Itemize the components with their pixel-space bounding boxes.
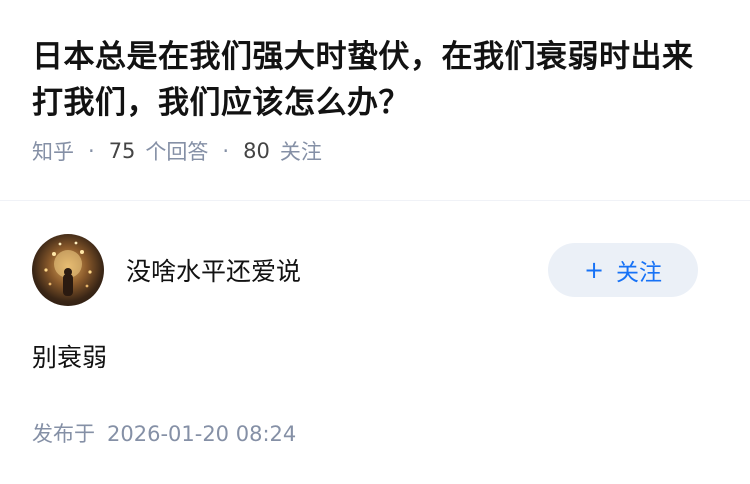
meta-separator: · — [222, 139, 230, 163]
source-label[interactable]: 知乎 — [32, 136, 74, 166]
follower-count: 80 — [243, 139, 270, 163]
meta-separator: · — [88, 139, 95, 163]
publish-time: 2026-01-20 08:24 — [107, 422, 297, 446]
answer-content: 别衰弱 — [32, 343, 108, 372]
avatar[interactable] — [32, 234, 104, 306]
question-header: 日本总是在我们强大时蛰伏，在我们衰弱时出来打我们，我们应该怎么办？ 知乎 · 7… — [32, 34, 722, 166]
follow-button-label: 关注 — [616, 260, 663, 286]
publish-info: 发布于 2026-01-20 08:24 — [32, 418, 296, 448]
section-divider — [0, 200, 750, 201]
author-name[interactable]: 没啥水平还爱说 — [126, 252, 548, 288]
answer-count-label[interactable]: 个回答 — [145, 136, 208, 166]
plus-icon: + — [583, 256, 605, 284]
follow-button[interactable]: + 关注 — [548, 243, 698, 297]
answer-count: 75 — [108, 139, 136, 163]
follower-count-label[interactable]: 关注 — [280, 136, 322, 166]
question-title[interactable]: 日本总是在我们强大时蛰伏，在我们衰弱时出来打我们，我们应该怎么办？ — [32, 34, 722, 126]
avatar-image-icon — [44, 241, 92, 296]
question-meta: 知乎 · 75 个回答 · 80 关注 — [32, 136, 722, 166]
publish-label: 发布于 — [32, 422, 95, 446]
answer-author-row: 没啥水平还爱说 + 关注 — [32, 234, 698, 306]
